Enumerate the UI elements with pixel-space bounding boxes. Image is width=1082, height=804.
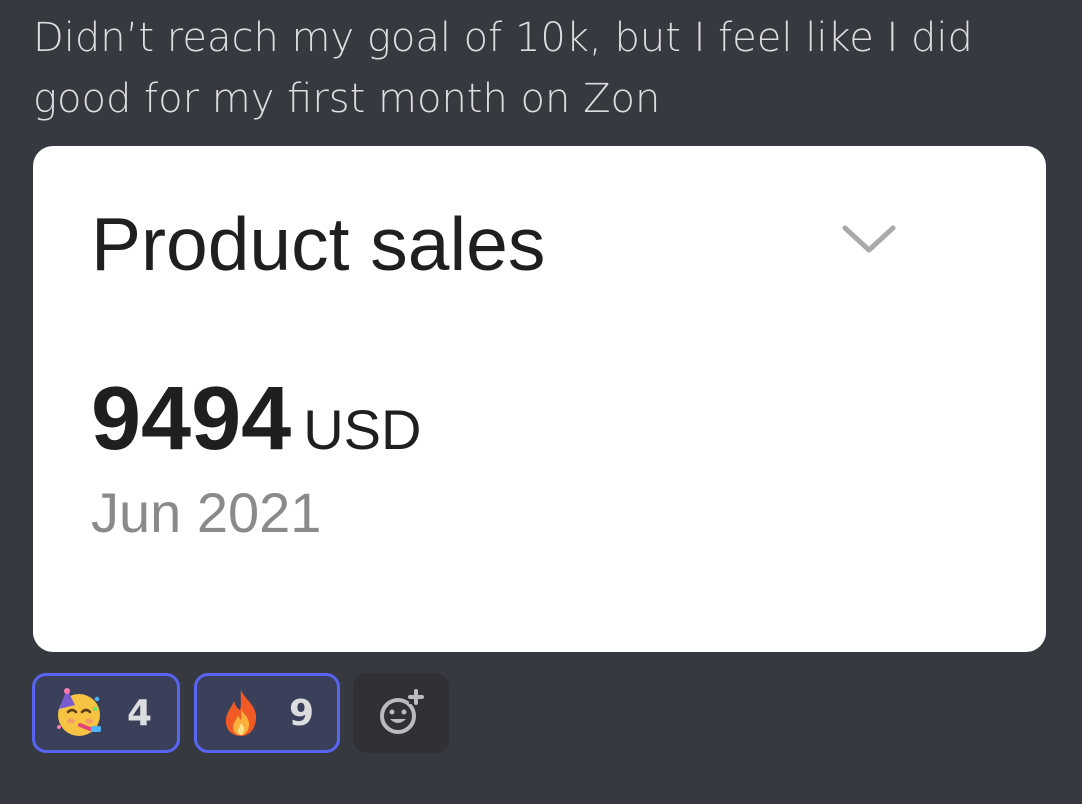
reaction-count: 4 (127, 692, 153, 734)
reaction-partying-face[interactable]: 4 (32, 673, 180, 753)
currency-label: USD (303, 398, 422, 461)
add-reaction-icon (380, 689, 424, 734)
message-text: Didn’t reach my goal of 10k, but I feel … (33, 15, 973, 122)
product-sales-card: Product sales 9494 USD Jun 2021 (33, 146, 1046, 652)
fire-icon (225, 690, 257, 736)
sales-amount: 9494 USD (91, 368, 421, 471)
add-reaction-button[interactable] (353, 673, 449, 753)
reaction-count: 9 (289, 692, 315, 734)
card-title: Product sales (91, 202, 546, 286)
reaction-fire[interactable]: 9 (194, 673, 340, 753)
partying-face-icon (57, 688, 101, 736)
period-label: Jun 2021 (91, 481, 322, 544)
chevron-down-icon[interactable] (839, 220, 899, 260)
amount-value: 9494 (91, 369, 292, 469)
